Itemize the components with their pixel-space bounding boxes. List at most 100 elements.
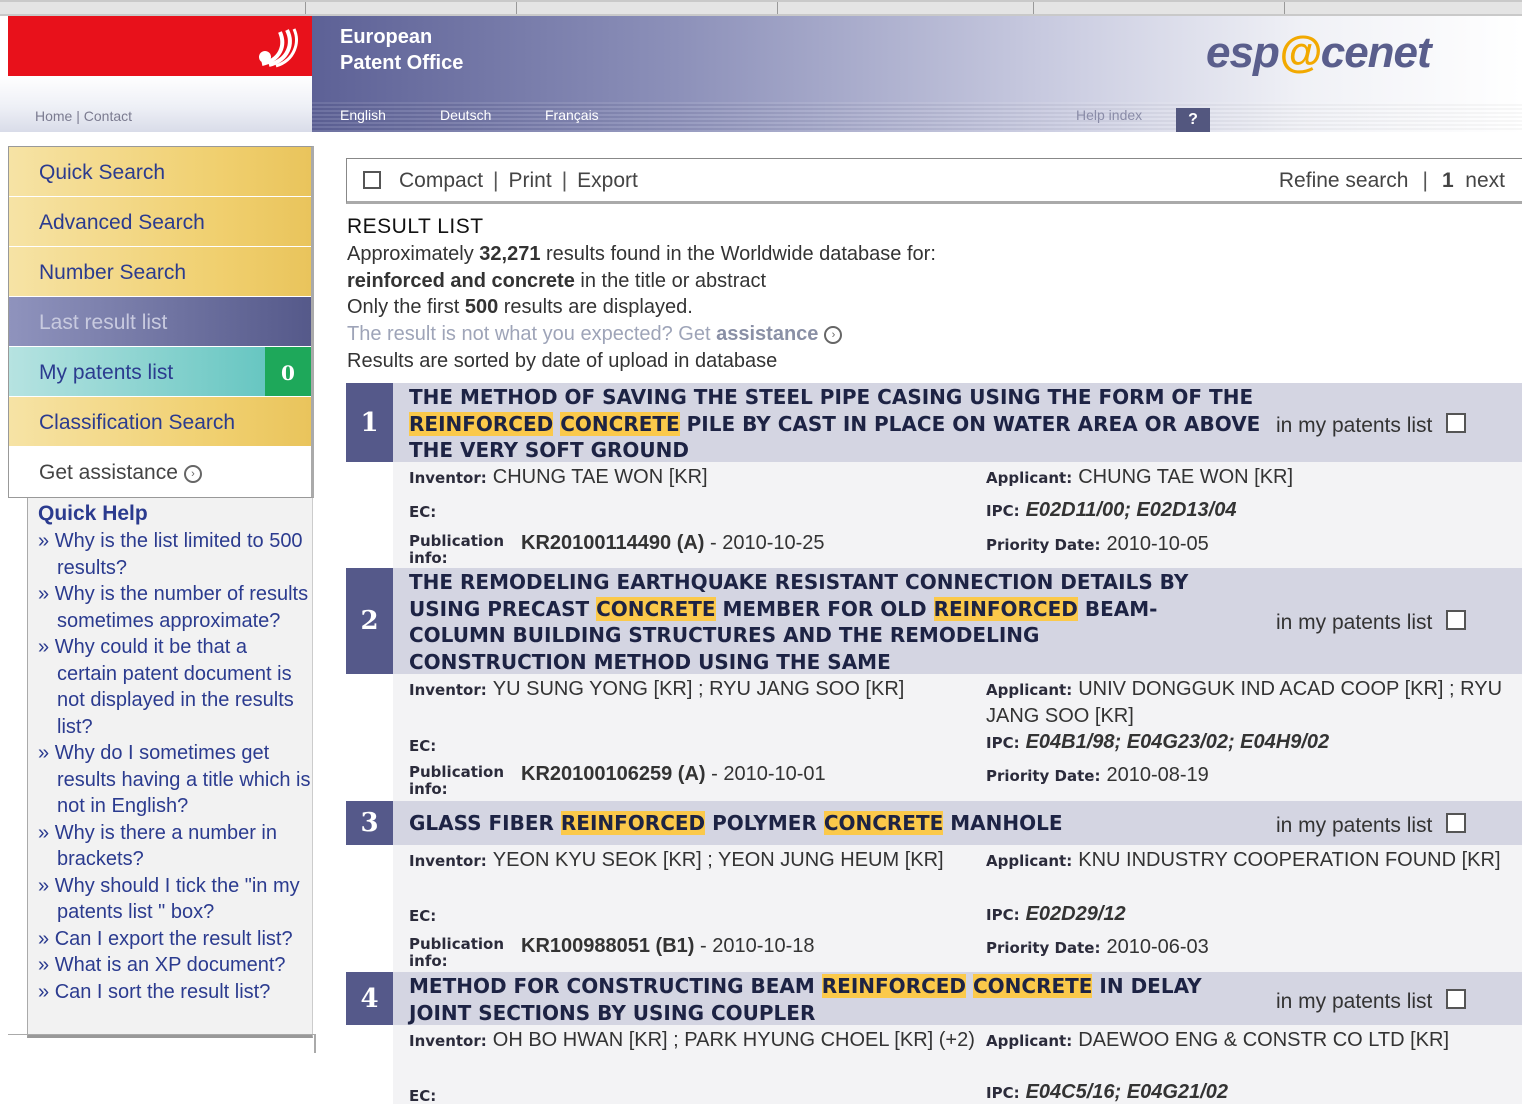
quick-help-panel: Quick Help Why is the list limited to 50… — [27, 498, 313, 1038]
browser-tab[interactable] — [1285, 2, 1522, 14]
result-number: 3 — [346, 801, 393, 845]
epo-logo-icon — [259, 28, 298, 68]
applicant-field: Applicant: DAEWOO ENG & CONSTR CO LTD [KR… — [986, 1029, 1450, 1051]
publication-link[interactable]: KR20100106259 (A) — [521, 763, 706, 785]
search-term-highlight: REINFORCED — [821, 974, 967, 998]
result-number: 4 — [346, 972, 393, 1025]
result-details: Inventor: YU SUNG YONG [KR] ; RYU JANG SO… — [393, 674, 1522, 801]
publication-link[interactable]: KR20100114490 (A) — [521, 532, 704, 554]
ec-field: EC: — [409, 737, 437, 755]
search-term-highlight: CONCRETE — [596, 596, 716, 621]
ec-field: EC: — [409, 1087, 437, 1105]
ipc-link[interactable]: E02D29/12 — [1026, 903, 1126, 925]
inventor-field: Inventor: YEON KYU SEOK [KR] ; YEON JUNG … — [409, 849, 944, 871]
ipc-link[interactable]: E04B1/98; E04G23/02; E04H9/02 — [1026, 731, 1330, 753]
quick-help-item[interactable]: Why is the list limited to 500 results? — [38, 528, 312, 581]
browser-tab[interactable] — [517, 2, 778, 14]
next-page-link[interactable]: next — [1465, 169, 1505, 192]
title-text: METHOD FOR CONSTRUCTING BEAM — [409, 974, 822, 998]
browser-tab[interactable] — [306, 2, 517, 14]
assistance-link[interactable]: assistance — [716, 323, 818, 345]
result-details: Inventor: OH BO HWAN [KR] ; PARK HYUNG CH… — [393, 1025, 1522, 1105]
home-contact-links[interactable]: Home | Contact — [35, 108, 132, 124]
inventor-field: Inventor: OH BO HWAN [KR] ; PARK HYUNG CH… — [409, 1029, 975, 1051]
result-title[interactable]: METHOD FOR CONSTRUCTING BEAM REINFORCED … — [409, 973, 1269, 1026]
quick-help-title: Quick Help — [38, 502, 148, 525]
quick-help-item[interactable]: Why should I tick the "in my patents lis… — [38, 873, 312, 926]
search-term-highlight: CONCRETE — [973, 974, 1093, 998]
refine-search-link[interactable]: Refine search — [1279, 169, 1409, 192]
patents-count-badge: 0 — [265, 347, 311, 396]
quick-help-item[interactable]: Can I sort the result list? — [38, 979, 312, 1006]
ipc-link[interactable]: E04C5/16; E04G21/02 — [1026, 1081, 1228, 1103]
sidebar-nav: Quick Search Advanced Search Number Sear… — [8, 146, 314, 498]
sort-line: Results are sorted by date of upload in … — [347, 349, 778, 372]
assistance-line: The result is not what you expected? Get… — [347, 321, 936, 348]
quick-help-item[interactable]: Why do I sometimes get results having a … — [38, 740, 312, 820]
result-details: Inventor: YEON KYU SEOK [KR] ; YEON JUNG … — [393, 845, 1522, 972]
applicant-field: Applicant: KNU INDUSTRY COOPERATION FOUND… — [986, 849, 1501, 871]
sidebar-item-last-result-list[interactable]: Last result list — [9, 297, 311, 347]
result-title[interactable]: THE METHOD OF SAVING THE STEEL PIPE CASI… — [409, 384, 1269, 464]
browser-tab-strip — [0, 0, 1522, 16]
patent-list-checkbox[interactable] — [1446, 813, 1467, 833]
compact-label[interactable]: Compact — [399, 169, 483, 192]
current-page: 1 — [1441, 169, 1454, 192]
in-my-patents-list: in my patents list — [1276, 813, 1467, 838]
result-title-row: 2 THE REMODELING EARTHQUAKE RESISTANT CO… — [346, 568, 1522, 674]
quick-help-item[interactable]: Why is the number of results sometimes a… — [38, 581, 312, 634]
search-term-highlight: CONCRETE — [560, 411, 680, 436]
browser-tab[interactable] — [778, 2, 1034, 14]
compact-checkbox[interactable] — [363, 171, 381, 189]
in-my-patents-list: in my patents list — [1276, 413, 1467, 438]
quick-help-item[interactable]: Why could it be that a certain patent do… — [38, 634, 312, 740]
sidebar-item-number-search[interactable]: Number Search — [9, 247, 311, 297]
lang-english[interactable]: English — [340, 107, 386, 123]
publication-field: Publication info:KR20100114490 (A) - 201… — [409, 532, 825, 567]
print-link[interactable]: Print — [509, 169, 552, 192]
search-term-highlight: CONCRETE — [823, 811, 944, 835]
quick-help-item[interactable]: Why is there a number in brackets? — [38, 820, 312, 873]
browser-tab[interactable] — [1034, 2, 1285, 14]
sidebar-item-advanced-search[interactable]: Advanced Search — [9, 197, 311, 247]
result-list-header: RESULT LIST Approximately 32,271 results… — [347, 214, 936, 375]
help-index-link[interactable]: Help index — [1076, 107, 1142, 123]
patent-list-checkbox[interactable] — [1446, 610, 1467, 630]
sidebar-item-classification-search[interactable]: Classification Search — [9, 397, 311, 447]
lang-deutsch[interactable]: Deutsch — [440, 107, 491, 123]
lang-francais[interactable]: Français — [545, 107, 599, 123]
epo-name: European Patent Office — [340, 26, 464, 74]
ipc-field: IPC: E04C5/16; E04G21/02 — [986, 1081, 1228, 1103]
result-title[interactable]: THE REMODELING EARTHQUAKE RESISTANT CONN… — [409, 569, 1209, 675]
priority-field: Priority Date: 2010-10-05 — [986, 533, 1209, 555]
browser-tab[interactable] — [0, 2, 306, 14]
ipc-field: IPC: E02D11/00; E02D13/04 — [986, 499, 1237, 521]
quick-help-item[interactable]: What is an XP document? — [38, 952, 312, 979]
title-text: POLYMER — [705, 811, 824, 835]
search-term-highlight: REINFORCED — [933, 596, 1078, 621]
ipc-link[interactable]: E02D11/00; E02D13/04 — [1026, 499, 1237, 521]
ipc-field: IPC: E02D29/12 — [986, 903, 1126, 925]
title-text: MANHOLE — [943, 811, 1063, 835]
sidebar-item-quick-search[interactable]: Quick Search — [9, 147, 311, 197]
in-my-patents-list: in my patents list — [1276, 989, 1467, 1014]
patent-list-checkbox[interactable] — [1446, 989, 1467, 1009]
help-question-icon[interactable]: ? — [1176, 108, 1210, 132]
priority-field: Priority Date: 2010-06-03 — [986, 936, 1209, 958]
result-title[interactable]: GLASS FIBER REINFORCED POLYMER CONCRETE … — [409, 810, 1269, 837]
sidebar-item-my-patents-list[interactable]: My patents list 0 — [9, 347, 311, 397]
result-list-title: RESULT LIST — [347, 215, 484, 238]
patent-list-checkbox[interactable] — [1446, 413, 1467, 433]
publication-link[interactable]: KR100988051 (B1) — [521, 935, 694, 957]
title-text: THE METHOD OF SAVING THE STEEL PIPE CASI… — [409, 385, 1254, 409]
sidebar-item-get-assistance[interactable]: Get assistance › — [9, 447, 311, 497]
applicant-field: Applicant: CHUNG TAE WON [KR] — [986, 466, 1294, 488]
ec-field: EC: — [409, 907, 437, 925]
quick-help-item[interactable]: Can I export the result list? — [38, 926, 312, 953]
export-link[interactable]: Export — [577, 169, 638, 192]
ipc-field: IPC: E04B1/98; E04G23/02; E04H9/02 — [986, 731, 1330, 753]
result-number: 1 — [346, 383, 393, 462]
inventor-field: Inventor: CHUNG TAE WON [KR] — [409, 466, 708, 488]
in-my-patents-list: in my patents list — [1276, 610, 1467, 635]
espacenet-logo: esp@cenet — [1206, 28, 1432, 77]
